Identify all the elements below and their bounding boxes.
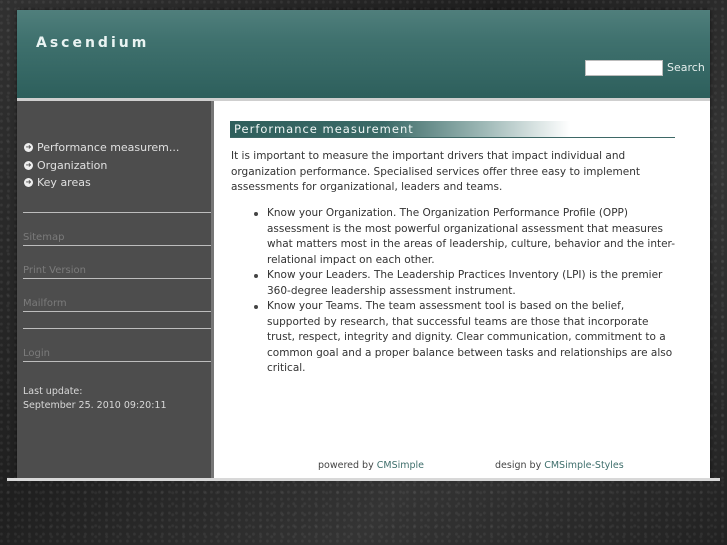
list-item: Know your Leaders. The Leadership Practi… <box>254 268 677 299</box>
list-item-text: Know your Teams. The team assessment too… <box>267 300 673 374</box>
arrow-circle-icon: ➜ <box>24 178 33 188</box>
list-item: Know your Organization. The Organization… <box>254 206 677 268</box>
arrow-circle-icon: ➜ <box>24 143 33 153</box>
search-input[interactable] <box>585 60 663 76</box>
mailform-link[interactable]: Mailform <box>23 298 67 309</box>
sidebar-divider <box>23 328 211 329</box>
print-version-link[interactable]: Print Version <box>23 265 86 276</box>
list-item: Know your Teams. The team assessment too… <box>254 299 677 377</box>
page-heading-bar: Performance measurement <box>230 121 675 138</box>
last-update: Last update: September 25. 2010 09:20:11 <box>23 385 167 413</box>
sidebar: ➜ Performance measurem... ➜ Organization… <box>17 101 214 478</box>
bullet-icon <box>254 274 258 278</box>
arrow-circle-icon: ➜ <box>24 160 33 170</box>
powered-by-prefix: powered by <box>318 460 377 471</box>
site-title[interactable]: Ascendium <box>36 35 149 51</box>
bullet-icon <box>254 212 258 216</box>
last-update-label: Last update: <box>23 386 83 397</box>
page-container: Ascendium Search ➜ Performance measurem.… <box>17 10 710 478</box>
list-item-text: Know your Organization. The Organization… <box>267 207 675 266</box>
design-by: design by CMSimple-Styles <box>495 460 624 471</box>
sidebar-item-label: Organization <box>37 158 108 172</box>
sitemap-link[interactable]: Sitemap <box>23 232 64 243</box>
last-update-value: September 25. 2010 09:20:11 <box>23 400 167 411</box>
bullet-icon <box>254 305 258 309</box>
sidebar-item-key-areas[interactable]: ➜ Key areas <box>24 174 179 192</box>
design-by-prefix: design by <box>495 460 545 471</box>
sidebar-item-organization[interactable]: ➜ Organization <box>24 157 179 175</box>
bullet-list: Know your Organization. The Organization… <box>254 206 677 377</box>
sidebar-nav: ➜ Performance measurem... ➜ Organization… <box>24 139 179 192</box>
powered-by: powered by CMSimple <box>318 460 424 471</box>
sidebar-divider <box>23 278 211 279</box>
sidebar-divider <box>23 245 211 246</box>
sidebar-divider <box>23 311 211 312</box>
cmsimple-link[interactable]: CMSimple <box>377 460 424 471</box>
sidebar-item-label: Key areas <box>37 176 91 190</box>
sidebar-divider <box>23 212 211 213</box>
main-content: Performance measurement It is important … <box>230 101 700 478</box>
search-button[interactable]: Search <box>667 61 705 74</box>
header: Ascendium Search <box>17 10 710 101</box>
login-link[interactable]: Login <box>23 348 50 359</box>
sidebar-item-performance-measurement[interactable]: ➜ Performance measurem... <box>24 139 179 157</box>
list-item-text: Know your Leaders. The Leadership Practi… <box>267 269 663 297</box>
bottom-rule <box>7 478 720 481</box>
page-title: Performance measurement <box>234 122 414 136</box>
sidebar-item-label: Performance measurem... <box>37 141 180 155</box>
cmsimple-styles-link[interactable]: CMSimple-Styles <box>544 460 624 471</box>
intro-paragraph: It is important to measure the important… <box>231 150 640 193</box>
sidebar-divider <box>23 361 211 362</box>
